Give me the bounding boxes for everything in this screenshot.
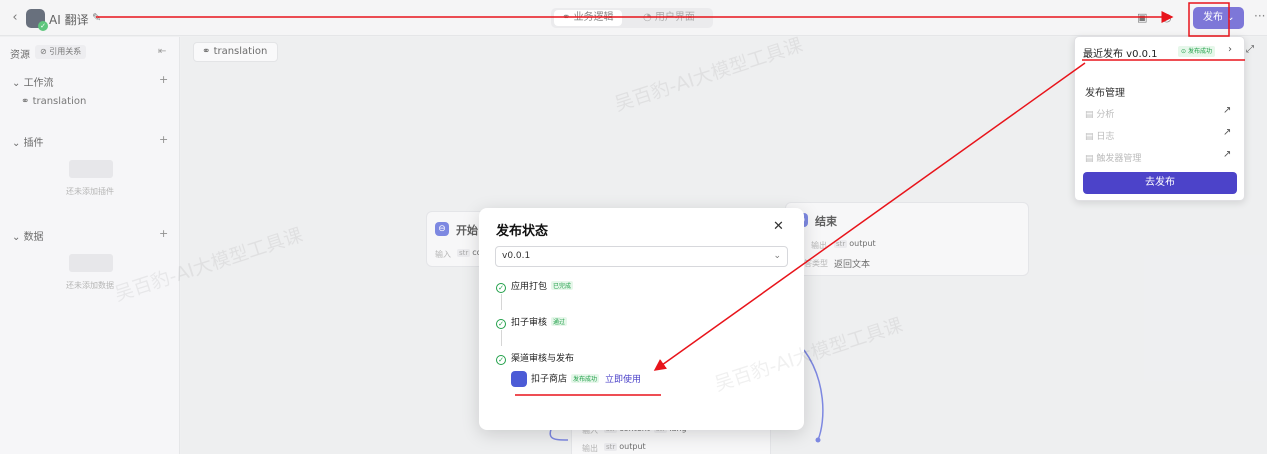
annotation-layer <box>96 2 1245 396</box>
annotation-box-publish <box>1188 2 1230 37</box>
annotation-arrow-diagonal <box>653 62 1086 371</box>
